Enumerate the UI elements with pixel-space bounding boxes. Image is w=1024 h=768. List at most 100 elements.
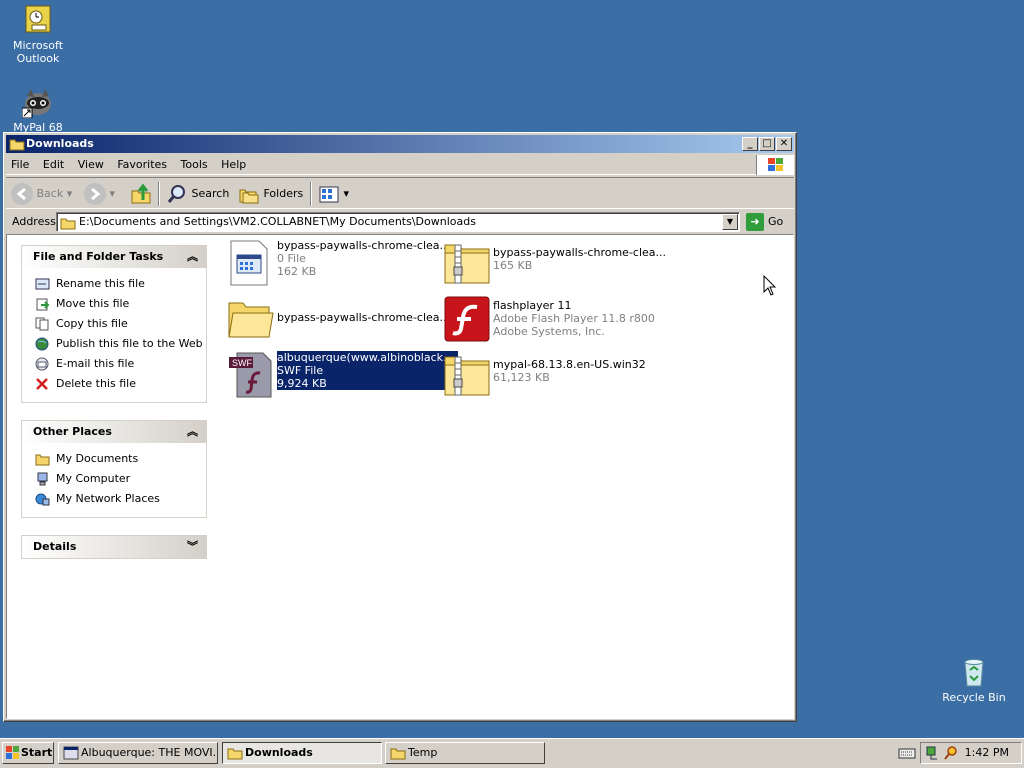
keyboard-icon[interactable]	[898, 746, 916, 763]
desktop-icon-mypal[interactable]: MyPal 68	[0, 86, 76, 134]
menu-favorites[interactable]: Favorites	[112, 155, 172, 171]
folder-icon	[35, 452, 50, 466]
go-arrow-icon: ➜	[746, 213, 764, 231]
search-tray-icon[interactable]	[943, 745, 959, 768]
window-title: Downloads	[26, 137, 94, 150]
file-description: Adobe Flash Player 11.8 r800	[493, 312, 655, 325]
menu-tools[interactable]: Tools	[176, 155, 213, 171]
folders-label: Folders	[263, 187, 304, 200]
file-name: albuquerque(www.albinoblack...	[277, 351, 454, 364]
folder-icon	[227, 295, 275, 343]
task-email[interactable]: E-mail this file	[33, 354, 206, 374]
place-label: My Network Places	[56, 492, 160, 505]
task-label: Copy this file	[56, 317, 128, 330]
address-dropdown-button[interactable]: ▼	[722, 214, 738, 230]
place-my-documents[interactable]: My Documents	[33, 449, 206, 469]
file-size: 165 KB	[493, 259, 533, 272]
rename-icon	[35, 277, 50, 291]
back-button[interactable]: Back ▾	[11, 182, 72, 206]
panel-title: Other Places	[33, 425, 112, 438]
computer-icon	[35, 472, 50, 486]
start-button[interactable]: Start	[2, 742, 54, 764]
details-panel: Details ︾	[21, 535, 207, 559]
up-folder-icon	[130, 183, 152, 204]
task-label: Publish this file to the Web	[56, 337, 203, 350]
task-publish[interactable]: Publish this file to the Web	[33, 334, 206, 354]
collapse-chevron-icon[interactable]: ︽	[187, 246, 198, 268]
desktop-icon-label: Recycle Bin	[942, 691, 1006, 704]
recycle-bin-icon	[958, 656, 990, 688]
task-copy[interactable]: Copy this file	[33, 314, 206, 334]
task-delete[interactable]: Delete this file	[33, 374, 206, 394]
taskbar-button-albuquerque[interactable]: Albuquerque: THE MOVI...	[58, 742, 218, 764]
search-button[interactable]: Search	[166, 182, 229, 206]
go-label: Go	[768, 215, 784, 228]
file-size: 61,123 KB	[493, 371, 550, 384]
file-type: SWF File	[277, 364, 324, 377]
up-folder-button[interactable]	[130, 182, 152, 206]
forward-button[interactable]: ▾	[84, 182, 115, 206]
close-button[interactable]: ✕	[776, 137, 792, 151]
views-icon	[318, 186, 340, 203]
file-type: 0 File	[277, 252, 306, 265]
place-my-network[interactable]: My Network Places	[33, 489, 206, 509]
folder-name: bypass-paywalls-chrome-clea...	[277, 311, 451, 324]
email-icon	[35, 357, 50, 371]
file-size: 9,924 KB	[277, 377, 327, 390]
go-button[interactable]: ➜ Go	[746, 212, 783, 232]
other-places-header[interactable]: Other Places ︽	[22, 421, 206, 443]
menu-help[interactable]: Help	[216, 155, 251, 171]
clock[interactable]: 1:42 PM	[965, 743, 1009, 763]
menu-view[interactable]: View	[73, 155, 109, 171]
collapse-chevron-icon[interactable]: ︽	[187, 421, 198, 443]
back-label: Back	[36, 187, 64, 200]
maximize-button[interactable]: □	[759, 137, 775, 151]
explorer-window: Downloads _ □ ✕ File Edit View Favorites…	[3, 132, 797, 722]
window-app-icon	[63, 746, 79, 763]
task-move[interactable]: Move this file	[33, 294, 206, 314]
search-icon	[166, 185, 188, 203]
folder-icon	[60, 216, 76, 231]
title-bar[interactable]: Downloads _ □ ✕	[6, 135, 794, 153]
place-my-computer[interactable]: My Computer	[33, 469, 206, 489]
menu-file[interactable]: File	[6, 155, 34, 171]
desktop-icon-recycle-bin[interactable]: Recycle Bin	[936, 656, 1012, 704]
expand-chevron-icon[interactable]: ︾	[187, 536, 198, 558]
folders-button[interactable]: Folders	[238, 182, 303, 206]
file-name: mypal-68.13.8.en-US.win32	[493, 358, 646, 371]
windows-logo-icon	[756, 155, 794, 175]
file-company: Adobe Systems, Inc.	[493, 325, 605, 338]
toolbar: Back ▾ ▾ Search Folders ▾	[6, 177, 794, 209]
taskbar: Start Albuquerque: THE MOVI... Downloads…	[0, 738, 1024, 768]
mypal-icon	[21, 86, 54, 119]
menu-bar: File Edit View Favorites Tools Help	[6, 155, 794, 175]
menu-edit[interactable]: Edit	[38, 155, 69, 171]
address-input[interactable]: E:\Documents and Settings\VM2.COLLABNET\…	[56, 212, 740, 232]
file-folder-tasks-header[interactable]: File and Folder Tasks ︽	[22, 246, 206, 268]
outlook-icon	[22, 4, 54, 36]
place-label: My Computer	[56, 472, 131, 485]
network-tray-icon[interactable]	[925, 745, 941, 768]
task-rename[interactable]: Rename this file	[33, 274, 206, 294]
minimize-button[interactable]: _	[742, 137, 758, 151]
content-pane: File and Folder Tasks ︽ Rename this file…	[6, 234, 794, 719]
task-label: Delete this file	[56, 377, 136, 390]
start-label: Start	[21, 746, 53, 759]
task-label: Move this file	[56, 297, 130, 310]
other-places-panel: Other Places ︽ My Documents My Computer …	[21, 420, 207, 518]
system-tray: 1:42 PM	[920, 742, 1022, 764]
task-label: Rename this file	[56, 277, 145, 290]
details-header[interactable]: Details ︾	[22, 536, 206, 558]
taskbar-button-temp[interactable]: Temp	[385, 742, 545, 764]
desktop-icon-label: Microsoft Outlook	[12, 39, 64, 65]
panel-title: Details	[33, 540, 77, 553]
taskbar-button-downloads[interactable]: Downloads	[222, 742, 382, 764]
back-arrow-icon	[11, 183, 33, 205]
file-name: bypass-paywalls-chrome-clea...	[277, 239, 451, 252]
views-button[interactable]: ▾	[318, 182, 349, 206]
forward-arrow-icon	[84, 183, 106, 205]
place-label: My Documents	[56, 452, 139, 465]
folder-icon	[390, 746, 406, 763]
desktop-icon-outlook[interactable]: Microsoft Outlook	[0, 4, 76, 65]
file-folder-tasks-panel: File and Folder Tasks ︽ Rename this file…	[21, 245, 207, 403]
